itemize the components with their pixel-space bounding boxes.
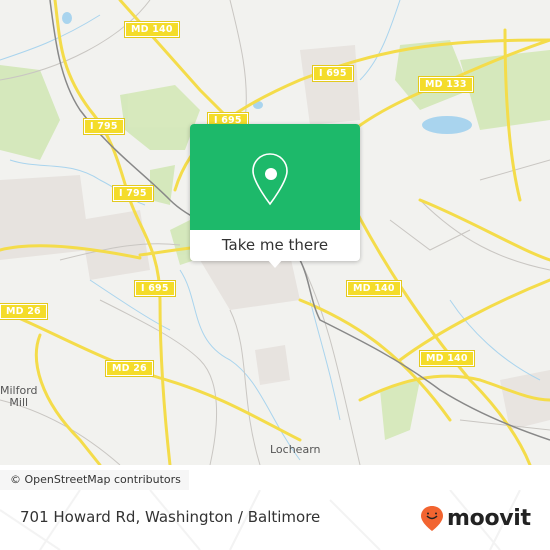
road-label-i-795: I 795	[112, 185, 154, 202]
moovit-pin-icon	[421, 506, 443, 531]
map-attribution[interactable]: © OpenStreetMap contributors	[0, 470, 189, 490]
road-label-md-26: MD 26	[0, 303, 48, 320]
destination-popup: Take me there	[190, 124, 360, 268]
road-label-md-140: MD 140	[124, 21, 180, 38]
road-label-i-795: I 795	[83, 118, 125, 135]
road-label-md-140: MD 140	[346, 280, 402, 297]
road-label-md-26: MD 26	[105, 360, 154, 377]
road-label-i-695: I 695	[134, 280, 176, 297]
map[interactable]: MD 140 I 695 MD 133 I 795 I 695 I 795 I …	[0, 0, 550, 465]
popup-pointer	[266, 258, 284, 268]
footer: 701 Howard Rd, Washington / Baltimore mo…	[0, 490, 550, 550]
popup-header	[190, 124, 360, 230]
moovit-wordmark: moovit	[447, 505, 531, 531]
address-label: 701 Howard Rd, Washington / Baltimore	[20, 508, 321, 526]
road-label-i-695: I 695	[312, 65, 354, 82]
moovit-logo[interactable]: moovit	[420, 504, 531, 532]
road-label-md-133: MD 133	[418, 76, 474, 93]
road-label-md-140: MD 140	[419, 350, 475, 367]
place-label-lochearn: Lochearn	[270, 443, 321, 456]
location-pin-icon	[252, 153, 288, 206]
place-label-milford-mill: Milford Mill	[0, 384, 38, 409]
take-me-there-button[interactable]: Take me there	[190, 230, 360, 261]
